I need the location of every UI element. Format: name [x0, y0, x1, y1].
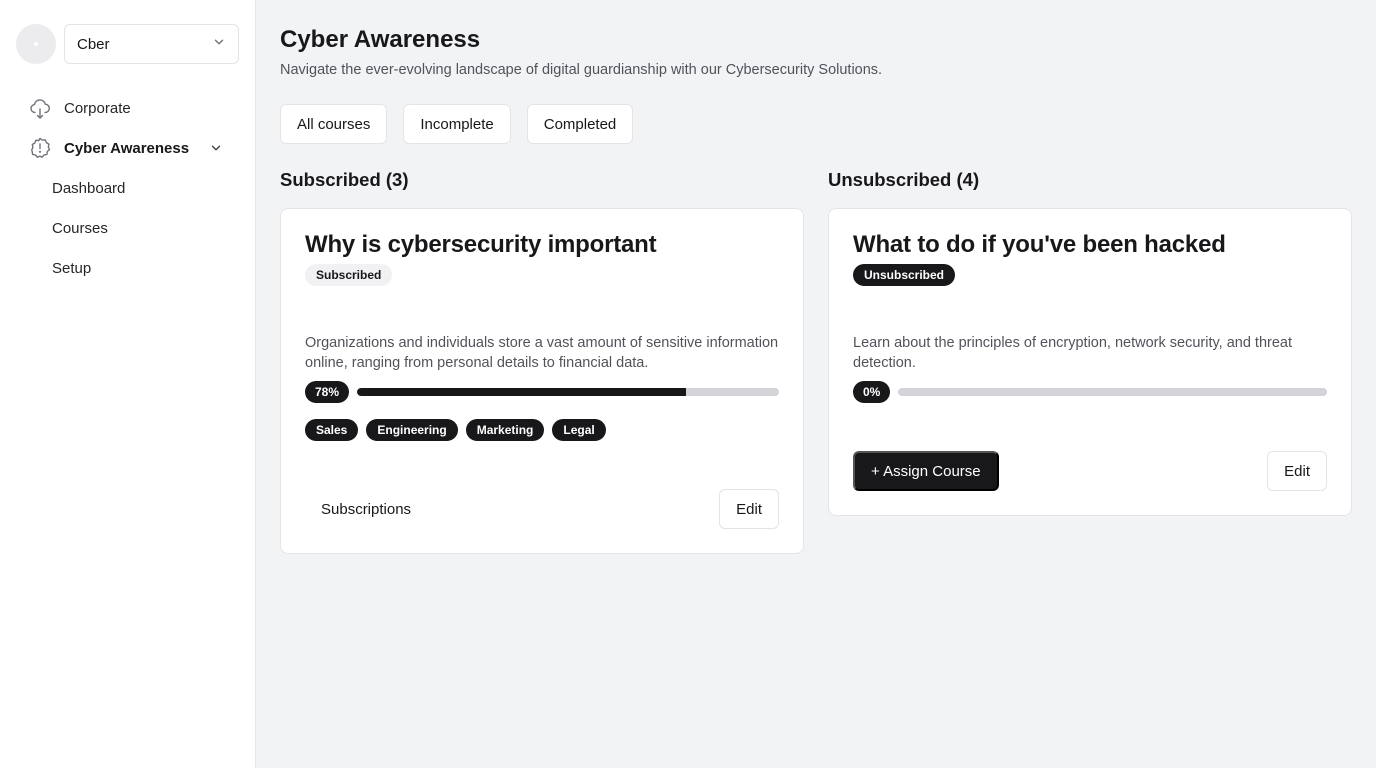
course-card: What to do if you've been hacked Unsubsc… [828, 208, 1352, 516]
course-card: Why is cybersecurity important Subscribe… [280, 208, 804, 554]
tag: Engineering [366, 419, 458, 441]
sidebar-item-cyber-awareness[interactable]: Cyber Awareness [0, 128, 255, 168]
org-select[interactable]: Cber [64, 24, 239, 64]
sidebar-subitem-setup[interactable]: Setup [0, 248, 255, 288]
filter-all-courses-button[interactable]: All courses [280, 104, 388, 144]
alert-badge-icon [28, 136, 52, 160]
course-description: Organizations and individuals store a va… [305, 335, 779, 371]
sidebar-item-corporate[interactable]: Corporate [0, 88, 255, 128]
progress-percent: 78% [305, 381, 350, 403]
assign-course-button[interactable]: + Assign Course [853, 451, 999, 491]
page-title: Cyber Awareness [280, 26, 481, 53]
progress-row: 78% [305, 381, 779, 403]
tag: Sales [305, 419, 359, 441]
main-content: Cyber Awareness Navigate the ever-evolvi… [256, 0, 1376, 768]
sidebar-nav: Corporate Cyber Awareness Dashboard Cour… [0, 88, 255, 288]
progress-percent: 0% [853, 381, 891, 403]
cloud-icon [28, 96, 52, 120]
filter-incomplete-button[interactable]: Incomplete [403, 104, 511, 144]
edit-button[interactable]: Edit [1267, 451, 1327, 491]
tag: Legal [552, 419, 606, 441]
status-badge: Unsubscribed [853, 264, 956, 286]
subscribed-heading: Subscribed (3) [280, 169, 409, 190]
app-root: Cber Corporate Cyber Awareness Dashboard… [0, 0, 1376, 768]
sidebar-item-label: Cyber Awareness [64, 139, 190, 157]
course-title[interactable]: What to do if you've been hacked [853, 231, 1226, 259]
progress-fill [357, 388, 687, 396]
sidebar-subitem-courses[interactable]: Courses [0, 208, 255, 248]
tag: Marketing [465, 419, 545, 441]
subscriptions-button[interactable]: Subscriptions [305, 489, 427, 529]
sidebar: Cber Corporate Cyber Awareness Dashboard… [0, 0, 256, 768]
avatar[interactable] [16, 24, 56, 64]
avatar-dot [34, 42, 38, 46]
org-select-value: Cber [77, 35, 110, 53]
filter-bar: All courses Incomplete Completed [280, 104, 634, 144]
course-title[interactable]: Why is cybersecurity important [305, 231, 657, 259]
unsubscribed-heading: Unsubscribed (4) [828, 169, 980, 190]
tag-list: Sales Engineering Marketing Legal [305, 419, 606, 441]
filter-completed-button[interactable]: Completed [526, 104, 634, 144]
chevron-down-icon[interactable] [209, 141, 223, 155]
sidebar-item-label: Corporate [64, 99, 131, 117]
status-badge: Subscribed [305, 264, 393, 286]
org-switcher: Cber [16, 24, 239, 64]
progress-row: 0% [853, 381, 1327, 403]
sidebar-subitem-dashboard[interactable]: Dashboard [0, 168, 255, 208]
course-description: Learn about the principles of encryption… [853, 335, 1293, 371]
progress-track [898, 388, 1327, 396]
chevron-down-icon [212, 35, 226, 53]
edit-button[interactable]: Edit [719, 489, 779, 529]
page-subtitle: Navigate the ever-evolving landscape of … [280, 62, 883, 78]
progress-track [357, 388, 779, 396]
